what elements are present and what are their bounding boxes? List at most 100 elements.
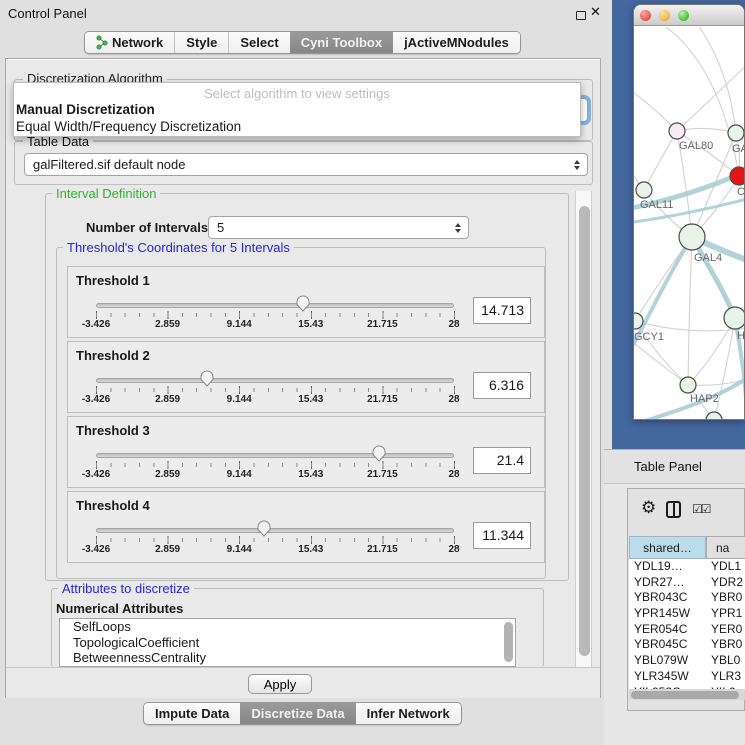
tick-label: 28 xyxy=(448,319,459,330)
network-edge[interactable] xyxy=(694,27,736,133)
table-panel: Table Panel ⚙ ☑☑ shared…na YDL19…YDL1YDR… xyxy=(604,449,745,745)
network-canvas[interactable]: GAL80GACGAL11GAL4GCY1HHAP2 xyxy=(634,27,745,420)
threshold-name: Threshold 4 xyxy=(76,498,150,513)
table-row[interactable]: YBL079WYBL0 xyxy=(629,653,745,669)
network-edge[interactable] xyxy=(688,237,692,385)
table-horizontal-scrollbar[interactable] xyxy=(629,689,745,700)
slider-thumb[interactable] xyxy=(199,369,215,392)
slider-track[interactable] xyxy=(96,453,454,458)
zoom-traffic-light-icon[interactable] xyxy=(678,10,689,21)
tab-label: Impute Data xyxy=(155,706,229,721)
threshold-panel-4: Threshold 4-3.4262.8599.14415.4321.71528… xyxy=(67,491,545,563)
panel-scrollbar[interactable] xyxy=(575,191,592,667)
tick-label: 15.43 xyxy=(298,469,323,480)
slider-thumb[interactable] xyxy=(295,294,311,317)
stepper-arrows-icon xyxy=(574,160,580,170)
tab-cyni-toolbox[interactable]: Cyni Toolbox xyxy=(290,32,393,53)
attribute-item[interactable]: TopologicalCoefficient xyxy=(60,635,515,651)
tab-label: Discretize Data xyxy=(251,706,344,721)
table-data-group: Table Data galFiltered.sif default node xyxy=(14,141,593,185)
slider-minor-ticks xyxy=(96,388,455,392)
network-node[interactable] xyxy=(679,224,705,250)
column-header-2[interactable]: na xyxy=(706,536,745,559)
minimize-traffic-light-icon[interactable] xyxy=(659,10,670,21)
top-tab-bar: Network Style Select Cyni Toolbox jActiveMNo… xyxy=(84,31,521,54)
gear-icon[interactable]: ⚙ xyxy=(641,498,656,518)
column-layout-icon[interactable] xyxy=(666,501,681,518)
slider-minor-ticks xyxy=(96,538,455,542)
network-edge[interactable] xyxy=(644,131,677,190)
attribute-item[interactable]: SelfLoops xyxy=(60,619,515,635)
panel-scrollbar-thumb[interactable] xyxy=(579,206,590,656)
slider-minor-ticks xyxy=(96,313,455,317)
threshold-panel-2: Threshold 2-3.4262.8599.14415.4321.71528… xyxy=(67,341,545,413)
select-columns-icon[interactable]: ☑☑ xyxy=(692,502,710,516)
threshold-panel-1: Threshold 1-3.4262.8599.14415.4321.71528… xyxy=(67,266,545,338)
network-edge[interactable] xyxy=(654,27,739,176)
tab-impute-data[interactable]: Impute Data xyxy=(144,703,240,724)
network-edge[interactable] xyxy=(634,87,677,131)
tab-select[interactable]: Select xyxy=(228,32,289,53)
network-node[interactable] xyxy=(669,123,685,139)
algorithm-dropdown-popup: Select algorithm to view settings Manual… xyxy=(13,82,581,137)
node-label-c: C xyxy=(737,186,745,198)
tab-infer-network[interactable]: Infer Network xyxy=(356,703,461,724)
table-rows: YDL19…YDL1YDR27…YDR2YBR043CYBR0YPR145WYP… xyxy=(629,559,745,700)
tick-label: 9.144 xyxy=(227,394,252,405)
table-row[interactable]: YER054CYER0 xyxy=(629,622,745,638)
table-row[interactable]: YPR145WYPR1 xyxy=(629,606,745,622)
number-of-intervals-combo[interactable]: 5 xyxy=(208,216,469,239)
threshold-name: Threshold 2 xyxy=(76,348,150,363)
network-node[interactable] xyxy=(636,182,652,198)
slider-thumb[interactable] xyxy=(256,519,272,542)
list-scrollbar-thumb[interactable] xyxy=(504,622,513,662)
table-scrollbar-thumb[interactable] xyxy=(631,691,739,699)
tick-label: -3.426 xyxy=(82,394,110,405)
network-edge[interactable] xyxy=(677,128,736,133)
column-header-1[interactable]: shared… xyxy=(629,536,706,559)
tab-discretize-data[interactable]: Discretize Data xyxy=(240,703,355,724)
network-node[interactable] xyxy=(728,125,744,141)
tick-label: -3.426 xyxy=(82,469,110,480)
threshold-value-field[interactable]: 14.713 xyxy=(473,297,531,324)
network-window-titlebar[interactable] xyxy=(634,5,744,26)
tab-label: Style xyxy=(186,35,217,50)
popup-prompt: Select algorithm to view settings xyxy=(14,83,580,101)
slider-track[interactable] xyxy=(96,528,454,533)
table-row[interactable]: YDR27…YDR2 xyxy=(629,575,745,591)
tab-network[interactable]: Network xyxy=(85,32,174,53)
network-node[interactable] xyxy=(724,307,745,329)
cell-shared-name: YBR045C xyxy=(629,637,711,653)
close-traffic-light-icon[interactable] xyxy=(640,10,651,21)
cell-name: YER0 xyxy=(711,622,742,638)
apply-button[interactable]: Apply xyxy=(248,674,312,694)
tab-jactivemnodules[interactable]: jActiveMNodules xyxy=(393,32,520,53)
tick-label: 2.859 xyxy=(155,394,180,405)
float-window-icon[interactable] xyxy=(576,11,586,20)
threshold-name: Threshold 3 xyxy=(76,423,150,438)
table-row[interactable]: YBR043CYBR0 xyxy=(629,590,745,606)
tab-label: jActiveMNodules xyxy=(404,35,509,50)
numerical-attributes-list[interactable]: SelfLoopsTopologicalCoefficientBetweenne… xyxy=(59,618,516,667)
tab-label: Select xyxy=(240,35,278,50)
slider-thumb[interactable] xyxy=(371,444,387,467)
popup-item-equal-width-frequency-discretization[interactable]: Equal Width/Frequency Discretization xyxy=(14,118,580,135)
slider-track[interactable] xyxy=(96,303,454,308)
network-node[interactable] xyxy=(730,167,745,185)
threshold-value-field[interactable]: 11.344 xyxy=(473,522,531,549)
attribute-item[interactable]: BetweennessCentrality xyxy=(60,650,515,666)
close-icon[interactable]: ✕ xyxy=(590,4,601,20)
cell-shared-name: YBR043C xyxy=(629,590,711,606)
table-data-combo[interactable]: galFiltered.sif default node xyxy=(24,153,588,176)
popup-item-manual-discretization[interactable]: Manual Discretization xyxy=(14,101,580,118)
network-node[interactable] xyxy=(680,377,696,393)
tick-label: 21.715 xyxy=(367,544,398,555)
slider-track[interactable] xyxy=(96,378,454,383)
tab-style[interactable]: Style xyxy=(174,32,228,53)
threshold-value-field[interactable]: 6.316 xyxy=(473,372,531,399)
table-row[interactable]: YDL19…YDL1 xyxy=(629,559,745,575)
threshold-value-field[interactable]: 21.4 xyxy=(473,447,531,474)
table-row[interactable]: YBR045CYBR0 xyxy=(629,637,745,653)
network-edge[interactable] xyxy=(688,318,735,385)
table-row[interactable]: YLR345WYLR3 xyxy=(629,669,745,685)
